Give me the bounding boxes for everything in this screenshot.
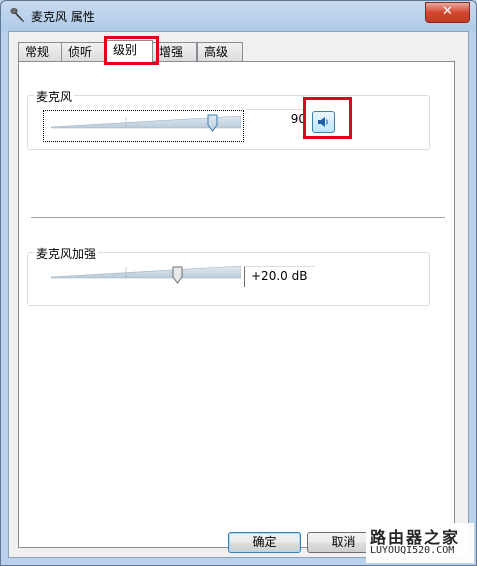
boost-slider-thumb [172,266,183,284]
microphone-group-label: 麦克风 [34,88,75,105]
microphone-boost-group-label: 麦克风加强 [34,245,99,262]
microphone-level-slider[interactable] [51,113,241,137]
dialog-client-area: 常规 侦听 级别 增强 高级 麦克风 90 麦克风加强 +20.0 dB 确定 … [8,31,469,558]
microphone-boost-slider[interactable] [51,263,241,287]
levels-panel: 麦克风 90 麦克风加强 +20.0 dB [18,61,455,548]
watermark-url: LUYOUQI520.COM [370,545,455,556]
microphone-slider-thumb [207,114,218,132]
properties-window: 麦克风 属性 ✕ 常规 侦听 级别 增强 高级 麦克风 90 麦克风加强 +20… [0,0,477,566]
tab-general[interactable]: 常规 [18,42,62,61]
watermark-logo: 路由器之家 LUYOUQI520.COM [366,523,474,563]
microphone-group: 麦克风 90 [27,88,430,150]
tab-listen[interactable]: 侦听 [61,42,106,61]
tab-highlight-box [104,36,159,65]
microphone-boost-value: +20.0 dB [244,266,315,287]
title-bar[interactable]: 麦克风 属性 ✕ [1,1,476,31]
window-title: 麦克风 属性 [31,10,95,24]
mute-highlight-box [303,97,352,139]
microphone-boost-group: 麦克风加强 +20.0 dB [27,245,430,306]
close-button[interactable]: ✕ [425,2,470,23]
microphone-level-value: 90 [246,109,306,130]
microphone-icon [10,8,24,23]
ok-button[interactable]: 确定 [228,532,301,553]
tab-advanced[interactable]: 高级 [197,42,243,61]
divider [31,217,445,219]
close-icon: ✕ [442,4,453,19]
